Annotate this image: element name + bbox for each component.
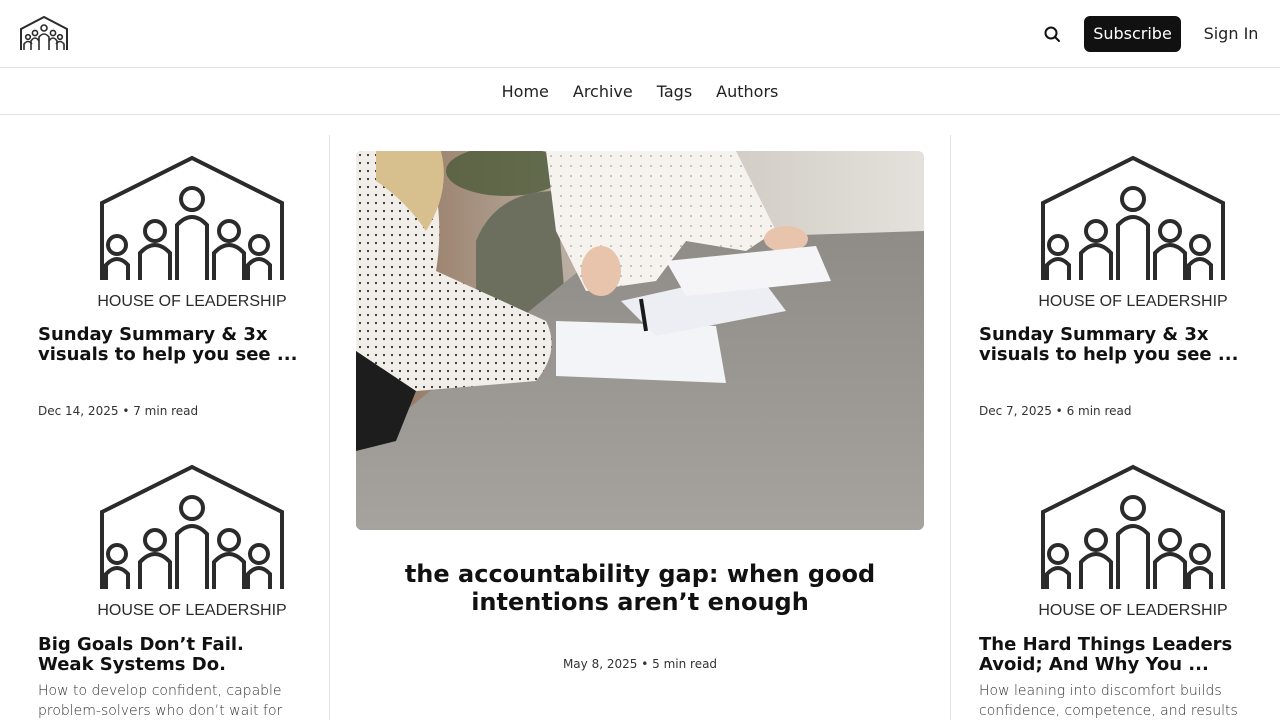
column-divider (329, 135, 330, 720)
main-nav: Home Archive Tags Authors (0, 68, 1280, 115)
column-divider (950, 135, 951, 720)
subscribe-button[interactable]: Subscribe (1084, 16, 1181, 52)
nav-archive[interactable]: Archive (561, 82, 645, 101)
nav-authors[interactable]: Authors (704, 82, 790, 101)
brand-wordmark: HOUSE OF LEADERSHIP (1038, 293, 1227, 310)
meta-separator: • (122, 404, 130, 418)
post-date: Dec 14, 2025 (38, 404, 119, 418)
post-date: Dec 7, 2025 (979, 404, 1052, 418)
meta-separator: • (641, 657, 649, 671)
post-meta: Dec 7, 2025 • 6 min read (979, 404, 1132, 418)
post-thumbnail[interactable]: HOUSE OF LEADERSHIP (1033, 462, 1238, 622)
post-excerpt: How to develop confident, capable proble… (38, 683, 283, 719)
sign-in-button[interactable]: Sign In (1198, 16, 1264, 52)
read-time: 5 min read (652, 657, 718, 671)
nav-home[interactable]: Home (490, 82, 561, 101)
featured-post-title[interactable]: the accountability gap: when good intent… (400, 560, 880, 616)
brand-wordmark: HOUSE OF LEADERSHIP (1038, 602, 1227, 619)
post-thumbnail[interactable]: HOUSE OF LEADERSHIP (1033, 153, 1238, 313)
read-time: 6 min read (1066, 404, 1132, 418)
featured-post-image[interactable] (356, 151, 924, 530)
brand-wordmark: HOUSE OF LEADERSHIP (97, 293, 286, 310)
top-header: Subscribe Sign In (0, 0, 1280, 68)
nav-tags[interactable]: Tags (645, 82, 704, 101)
featured-post-meta: May 8, 2025 • 5 min read (540, 657, 740, 671)
post-excerpt: How leaning into discomfort builds confi… (979, 683, 1238, 719)
meta-separator: • (1055, 404, 1063, 418)
search-icon[interactable] (1040, 22, 1064, 46)
read-time: 7 min read (133, 404, 199, 418)
post-thumbnail[interactable]: HOUSE OF LEADERSHIP (92, 153, 297, 313)
post-date: May 8, 2025 (562, 657, 638, 671)
post-meta: Dec 14, 2025 • 7 min read (38, 404, 198, 418)
site-logo-icon[interactable] (18, 14, 70, 52)
post-title[interactable]: Big Goals Don’t Fail. Weak Systems Do. (38, 635, 298, 675)
post-title[interactable]: Sunday Summary & 3x visuals to help you … (979, 325, 1239, 365)
post-title[interactable]: The Hard Things Leaders Avoid; And Why Y… (979, 635, 1239, 675)
post-title[interactable]: Sunday Summary & 3x visuals to help you … (38, 325, 298, 365)
post-thumbnail[interactable]: HOUSE OF LEADERSHIP (92, 462, 297, 622)
brand-wordmark: HOUSE OF LEADERSHIP (97, 602, 286, 619)
